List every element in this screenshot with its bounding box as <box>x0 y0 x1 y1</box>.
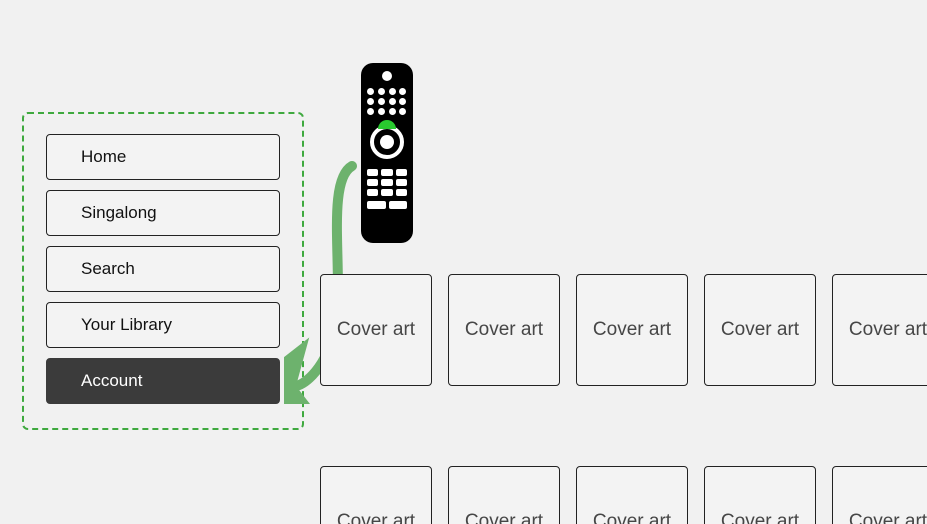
cover-art-label: Cover art <box>721 319 799 341</box>
nav-item-label: Your Library <box>81 315 172 335</box>
nav-item-search[interactable]: Search <box>46 246 280 292</box>
cover-row-1: Cover art Cover art Cover art Cover art … <box>320 274 927 386</box>
cover-art-tile[interactable]: Cover art <box>448 274 560 386</box>
sidebar-focus-region: Home Singalong Search Your Library Accou… <box>22 112 304 430</box>
nav-item-singalong[interactable]: Singalong <box>46 190 280 236</box>
nav-item-account[interactable]: Account <box>46 358 280 404</box>
remote-control-icon <box>361 63 413 243</box>
nav-item-home[interactable]: Home <box>46 134 280 180</box>
cover-art-tile[interactable]: Cover art <box>576 466 688 524</box>
remote-dpad-icon <box>367 122 407 162</box>
nav-item-label: Singalong <box>81 203 157 223</box>
cover-art-label: Cover art <box>849 511 927 524</box>
cover-art-tile[interactable]: Cover art <box>704 466 816 524</box>
cover-art-label: Cover art <box>721 511 799 524</box>
nav-item-your-library[interactable]: Your Library <box>46 302 280 348</box>
cover-art-tile[interactable]: Cover art <box>448 466 560 524</box>
cover-art-tile[interactable]: Cover art <box>320 466 432 524</box>
cover-art-label: Cover art <box>849 319 927 341</box>
cover-art-tile[interactable]: Cover art <box>832 274 927 386</box>
cover-art-tile[interactable]: Cover art <box>320 274 432 386</box>
cover-art-label: Cover art <box>465 511 543 524</box>
nav-item-label: Search <box>81 259 135 279</box>
nav-item-label: Account <box>81 371 142 391</box>
cover-art-label: Cover art <box>593 319 671 341</box>
cover-art-tile[interactable]: Cover art <box>704 274 816 386</box>
cover-art-label: Cover art <box>465 319 543 341</box>
cover-art-tile[interactable]: Cover art <box>832 466 927 524</box>
cover-art-tile[interactable]: Cover art <box>576 274 688 386</box>
cover-art-label: Cover art <box>337 511 415 524</box>
cover-row-2: Cover art Cover art Cover art Cover art … <box>320 466 927 524</box>
cover-art-label: Cover art <box>593 511 671 524</box>
nav-item-label: Home <box>81 147 126 167</box>
remote-up-button-icon <box>378 120 396 129</box>
diagram-stage: Home Singalong Search Your Library Accou… <box>0 0 927 524</box>
cover-art-label: Cover art <box>337 319 415 341</box>
